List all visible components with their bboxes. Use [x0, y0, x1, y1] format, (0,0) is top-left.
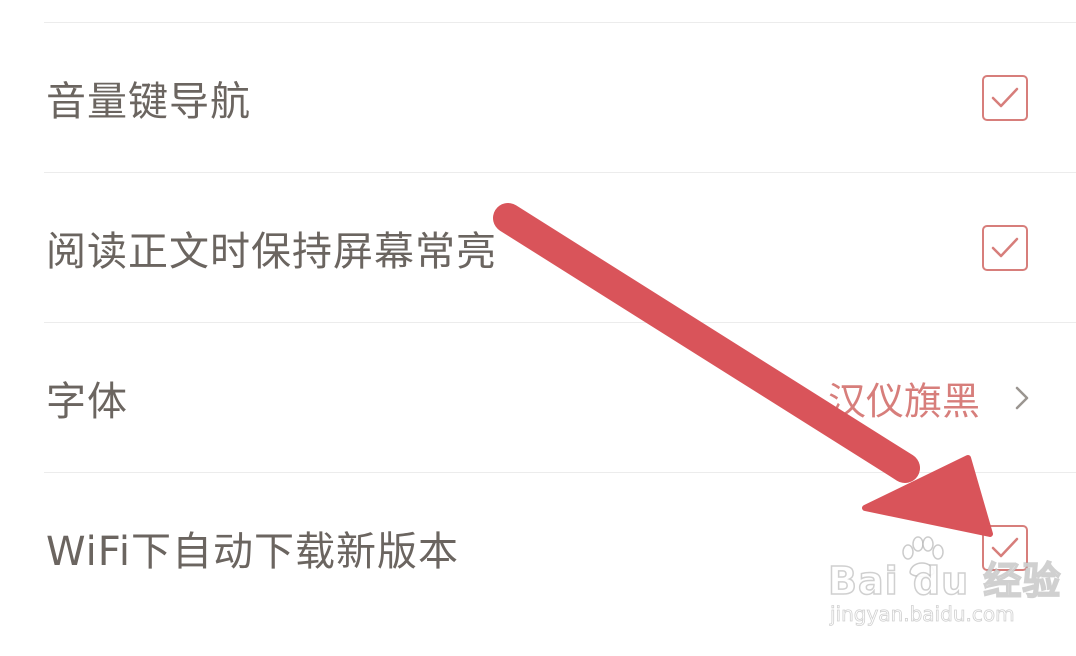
chevron-right-icon — [1015, 386, 1029, 410]
watermark-main-text: Bai du 经验 — [827, 558, 1062, 604]
row-label: 音量键导航 — [46, 79, 251, 125]
volume-key-navigation-checkbox[interactable] — [982, 75, 1028, 121]
row-label: 阅读正文时保持屏幕常亮 — [46, 229, 497, 275]
baidu-jingyan-watermark: Bai du 经验 jingyan.baidu.com — [827, 536, 1061, 640]
settings-screen: 音量键导航 阅读正文时保持屏幕常亮 字体 汉仪旗黑 WiFi下自动下载新版本 B… — [0, 0, 1076, 656]
row-label: 字体 — [46, 379, 128, 425]
settings-row-keep-screen-on[interactable]: 阅读正文时保持屏幕常亮 — [0, 173, 1076, 323]
checkmark-icon — [991, 87, 1019, 108]
settings-row-font[interactable]: 字体 汉仪旗黑 — [0, 323, 1076, 473]
settings-row-volume-key-navigation[interactable]: 音量键导航 — [0, 23, 1076, 173]
font-value: 汉仪旗黑 — [827, 379, 980, 424]
row-label: WiFi下自动下载新版本 — [46, 529, 459, 575]
checkmark-icon — [991, 237, 1019, 258]
keep-screen-on-checkbox[interactable] — [982, 225, 1028, 271]
watermark-url-text: jingyan.baidu.com — [830, 602, 1015, 627]
